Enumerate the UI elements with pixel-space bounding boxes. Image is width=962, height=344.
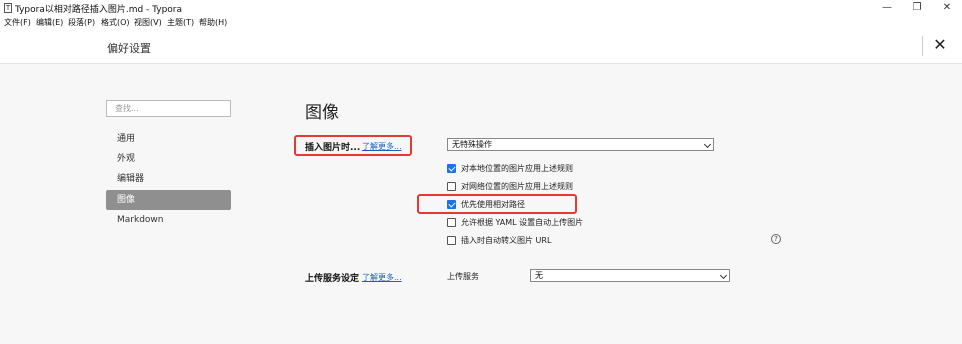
sidebar-item-image[interactable]: 图像: [106, 190, 231, 210]
help-icon[interactable]: ?: [771, 234, 781, 244]
typora-app-icon: T: [4, 3, 12, 13]
window-close-button[interactable]: ✕: [932, 1, 962, 15]
upload-service-select-value: 无: [535, 271, 543, 280]
section-title: 图像: [305, 103, 339, 123]
chevron-down-icon: [719, 271, 728, 280]
menu-bar: 文件(F) 编辑(E) 段落(P) 格式(O) 视图(V) 主题(T) 帮助(H…: [0, 16, 962, 30]
window-title: Typora以相对路径插入图片.md - Typora: [15, 5, 183, 15]
insert-image-select-value: 无特殊操作: [452, 140, 492, 149]
upload-service-select[interactable]: 无: [530, 269, 730, 282]
upload-service-field-label: 上传服务: [447, 272, 479, 281]
menu-view[interactable]: 视图(V): [134, 17, 162, 28]
checkbox-local-images[interactable]: [447, 164, 456, 173]
option-label: 对本地位置的图片应用上述规则: [461, 164, 573, 173]
sidebar-item-appearance[interactable]: 外观: [106, 149, 231, 169]
preferences-header: 偏好设置 ✕: [0, 30, 962, 64]
header-divider: [922, 36, 923, 56]
page-title: 偏好设置: [107, 42, 151, 55]
search-input[interactable]: [106, 100, 231, 117]
sidebar-item-markdown[interactable]: Markdown: [106, 210, 231, 230]
chevron-down-icon: [703, 140, 712, 149]
close-preferences-button[interactable]: ✕: [930, 34, 950, 56]
checkbox-network-images[interactable]: [447, 182, 456, 191]
menu-theme[interactable]: 主题(T): [167, 17, 194, 28]
checkbox-escape-url[interactable]: [447, 236, 456, 245]
sidebar-item-editor[interactable]: 编辑器: [106, 169, 231, 189]
upload-learn-more-link[interactable]: 了解更多...: [362, 272, 402, 283]
menu-edit[interactable]: 编辑(E): [36, 17, 63, 28]
checkbox-yaml-upload[interactable]: [447, 218, 456, 227]
option-label: 允许根据 YAML 设置自动上传图片: [461, 218, 584, 227]
insert-image-select[interactable]: 无特殊操作: [447, 138, 714, 151]
minimize-button[interactable]: —: [872, 1, 902, 15]
upload-service-label: 上传服务设定: [305, 274, 360, 284]
sidebar-item-general[interactable]: 通用: [106, 129, 231, 149]
title-bar: T Typora以相对路径插入图片.md - Typora — ❐ ✕: [0, 0, 962, 16]
menu-file[interactable]: 文件(F): [4, 17, 31, 28]
maximize-button[interactable]: ❐: [902, 1, 932, 15]
highlight-relative-path: [417, 194, 577, 214]
option-label: 插入时自动转义图片 URL: [461, 236, 552, 245]
highlight-insert-image: [294, 135, 412, 156]
menu-paragraph[interactable]: 段落(P): [68, 17, 95, 28]
menu-format[interactable]: 格式(O): [101, 17, 130, 28]
option-label: 对网络位置的图片应用上述规则: [461, 182, 573, 191]
menu-help[interactable]: 帮助(H): [199, 17, 227, 28]
